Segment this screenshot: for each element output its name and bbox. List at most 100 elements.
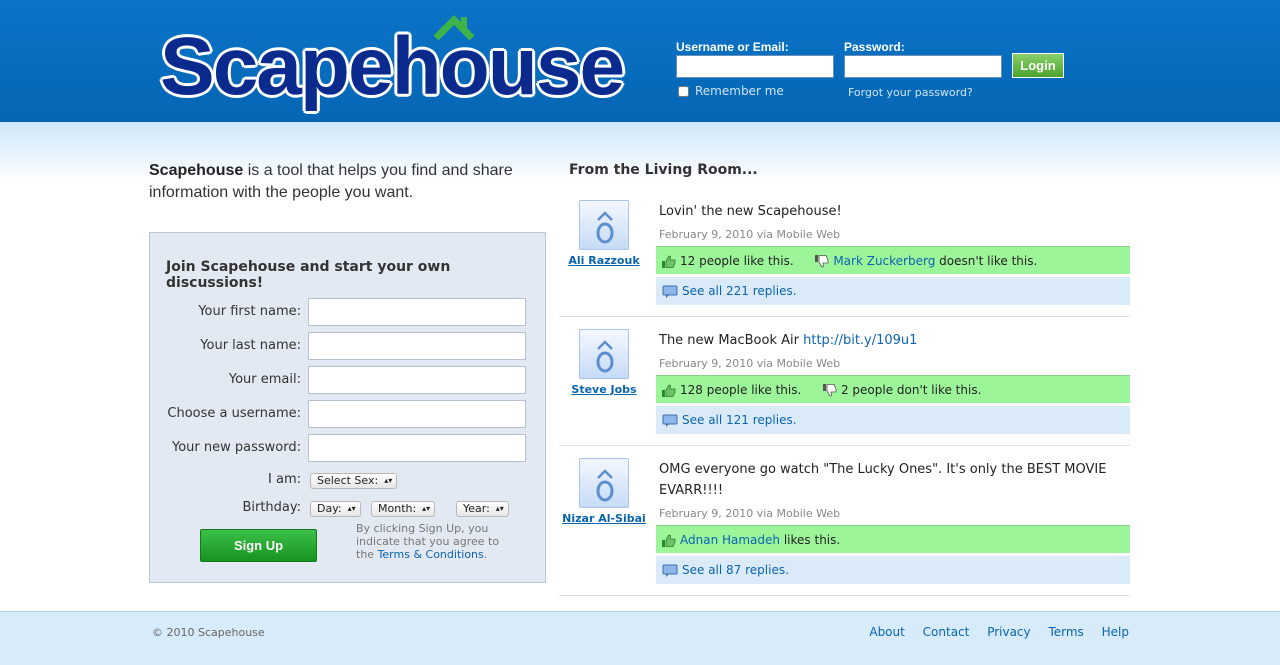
last-name-input[interactable] <box>308 332 526 360</box>
post-meta: February 9, 2010 via Mobile Web <box>659 228 841 241</box>
likes-bar: 12 people like this. Mark Zuckerberg doe… <box>656 246 1130 274</box>
sex-select-value: Select Sex: <box>317 474 379 487</box>
comment-icon <box>662 285 678 298</box>
intro-text: Scapehouse is a tool that helps you find… <box>149 160 529 204</box>
month-select-value: Month: <box>378 502 417 515</box>
remember-me-checkbox[interactable] <box>678 86 689 97</box>
footer-link-terms[interactable]: Terms <box>1048 625 1083 639</box>
like-text: likes this. <box>780 533 841 547</box>
select-arrows-icon: ▴▾ <box>495 504 504 513</box>
likes-count: 12 people like this. <box>680 254 794 268</box>
see-all-replies-link[interactable]: See all 121 replies. <box>682 413 797 427</box>
replies-bar: See all 121 replies. <box>656 406 1130 434</box>
thumbs-up-icon <box>662 384 676 397</box>
post-author[interactable]: Nizar Al-Sibai <box>559 512 649 525</box>
day-select-value: Day: <box>317 502 342 515</box>
day-select[interactable]: Day: ▴▾ <box>310 501 361 517</box>
username-label: Username or Email: <box>676 40 789 54</box>
thumbs-up-icon <box>662 255 676 268</box>
select-arrows-icon: ▴▾ <box>422 504 431 513</box>
signup-form: Join Scapehouse and start your own discu… <box>149 232 546 583</box>
new-password-label: Your new password: <box>172 440 301 455</box>
post-text: Lovin' the new Scapehouse! <box>659 204 842 219</box>
forgot-password-link[interactable]: Forgot your password? <box>848 86 973 99</box>
site-footer: © 2010 Scapehouse About Contact Privacy … <box>0 611 1280 665</box>
likes-bar: 128 people like this. 2 people don't lik… <box>656 375 1130 403</box>
footer-link-contact[interactable]: Contact <box>923 625 970 639</box>
terms-end: . <box>483 548 488 561</box>
password-input[interactable] <box>844 55 1002 78</box>
copyright: © 2010 Scapehouse <box>152 626 265 639</box>
year-select[interactable]: Year: ▴▾ <box>456 501 509 517</box>
select-arrows-icon: ▴▾ <box>347 504 356 513</box>
login-button[interactable]: Login <box>1012 53 1064 78</box>
post-text: OMG everyone go watch "The Lucky Ones". … <box>659 462 1107 498</box>
likes-count: 128 people like this. <box>680 383 802 397</box>
feed-post: Steve Jobs The new MacBook Air http://bi… <box>559 329 1130 446</box>
post-link[interactable]: http://bit.y/109u1 <box>803 333 917 348</box>
replies-bar: See all 221 replies. <box>656 277 1130 305</box>
scapehouse-logo[interactable]: Scapehouse <box>160 14 625 114</box>
footer-link-privacy[interactable]: Privacy <box>987 625 1030 639</box>
iam-label: I am: <box>268 472 301 487</box>
terms-notice: By clicking Sign Up, you indicate that y… <box>356 522 516 561</box>
signup-title: Join Scapehouse and start your own discu… <box>166 259 451 291</box>
avatar[interactable] <box>579 329 629 379</box>
select-arrows-icon: ▴▾ <box>384 476 393 485</box>
dislike-user-link[interactable]: Mark Zuckerberg <box>833 254 935 268</box>
avatar[interactable] <box>579 200 629 250</box>
like-user-link[interactable]: Adnan Hamadeh <box>680 533 780 547</box>
see-all-replies-link[interactable]: See all 221 replies. <box>682 284 797 298</box>
thumbs-up-icon <box>662 534 676 547</box>
post-meta: February 9, 2010 via Mobile Web <box>659 507 841 520</box>
likes-bar: Adnan Hamadeh likes this. <box>656 525 1130 553</box>
avatar[interactable] <box>579 458 629 508</box>
choose-username-label: Choose a username: <box>167 406 301 421</box>
email-label: Your email: <box>228 372 301 387</box>
login-form: Username or Email: Password: Login Remem… <box>676 38 1076 108</box>
logo-text: Scapehouse <box>160 21 625 112</box>
new-password-input[interactable] <box>308 434 526 462</box>
choose-username-input[interactable] <box>308 400 526 428</box>
new-password-row: Your new password: <box>150 434 547 462</box>
post-text: The new MacBook Air http://bit.y/109u1 <box>659 330 1119 351</box>
remember-me[interactable]: Remember me <box>676 84 784 98</box>
username-input[interactable] <box>676 55 834 78</box>
footer-links: About Contact Privacy Terms Help <box>855 625 1129 639</box>
site-header: Scapehouse Username or Email: Password: … <box>0 0 1280 122</box>
year-select-value: Year: <box>463 502 490 515</box>
intro-brand: Scapehouse <box>149 162 244 179</box>
sex-select[interactable]: Select Sex: ▴▾ <box>310 473 398 489</box>
password-label: Password: <box>844 40 905 54</box>
last-name-row: Your last name: <box>150 332 547 360</box>
default-avatar-icon <box>596 211 614 244</box>
last-name-label: Your last name: <box>200 338 301 353</box>
footer-link-about[interactable]: About <box>869 625 904 639</box>
email-input[interactable] <box>308 366 526 394</box>
dislike-text: doesn't like this. <box>935 254 1038 268</box>
comment-icon <box>662 414 678 427</box>
username-row: Choose a username: <box>150 400 547 428</box>
feed-title: From the Living Room... <box>569 162 758 178</box>
replies-bar: See all 87 replies. <box>656 556 1130 584</box>
first-name-input[interactable] <box>308 298 526 326</box>
footer-link-help[interactable]: Help <box>1102 625 1129 639</box>
comment-icon <box>662 564 678 577</box>
default-avatar-icon <box>596 340 614 373</box>
month-select[interactable]: Month: ▴▾ <box>371 501 436 517</box>
post-author[interactable]: Ali Razzouk <box>559 254 649 267</box>
sex-row: I am: Select Sex: ▴▾ <box>150 471 547 499</box>
remember-me-label: Remember me <box>695 84 784 98</box>
post-text-body: The new MacBook Air <box>659 333 804 348</box>
post-meta: February 9, 2010 via Mobile Web <box>659 357 841 370</box>
terms-link[interactable]: Terms & Conditions <box>378 548 484 561</box>
feed-post: Ali Razzouk Lovin' the new Scapehouse! F… <box>559 200 1130 317</box>
first-name-row: Your first name: <box>150 298 547 326</box>
see-all-replies-link[interactable]: See all 87 replies. <box>682 563 789 577</box>
email-row: Your email: <box>150 366 547 394</box>
post-author[interactable]: Steve Jobs <box>559 383 649 396</box>
thumbs-down-icon <box>822 384 837 397</box>
default-avatar-icon <box>596 469 614 502</box>
sign-up-button[interactable]: Sign Up <box>200 529 317 562</box>
thumbs-down-icon <box>815 255 829 268</box>
